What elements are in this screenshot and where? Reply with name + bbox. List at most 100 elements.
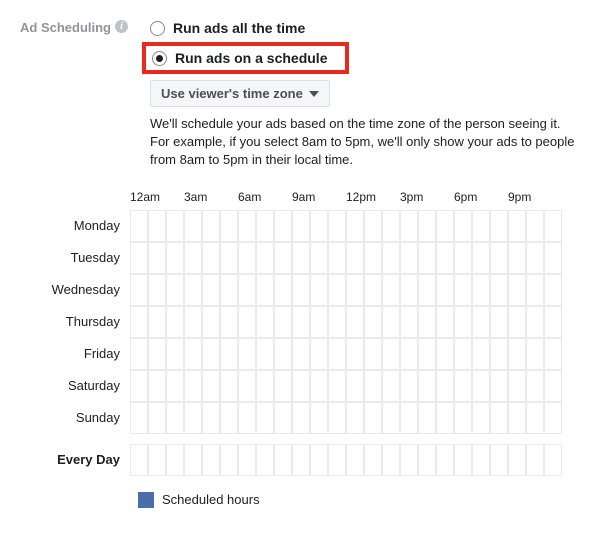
schedule-cell[interactable] xyxy=(400,274,418,306)
schedule-cell[interactable] xyxy=(400,444,418,476)
schedule-cell[interactable] xyxy=(508,338,526,370)
schedule-cell[interactable] xyxy=(508,210,526,242)
schedule-cell[interactable] xyxy=(256,444,274,476)
schedule-cell[interactable] xyxy=(472,274,490,306)
schedule-cell[interactable] xyxy=(454,306,472,338)
schedule-cell[interactable] xyxy=(292,402,310,434)
schedule-cell[interactable] xyxy=(220,370,238,402)
schedule-cell[interactable] xyxy=(148,444,166,476)
schedule-cell[interactable] xyxy=(184,370,202,402)
schedule-cell[interactable] xyxy=(238,370,256,402)
timezone-select[interactable]: Use viewer's time zone xyxy=(150,80,330,107)
schedule-cell[interactable] xyxy=(238,402,256,434)
schedule-cell[interactable] xyxy=(418,274,436,306)
schedule-cell[interactable] xyxy=(310,274,328,306)
schedule-cell[interactable] xyxy=(328,402,346,434)
schedule-cell[interactable] xyxy=(238,210,256,242)
schedule-cell[interactable] xyxy=(238,242,256,274)
schedule-cell[interactable] xyxy=(490,402,508,434)
schedule-cell[interactable] xyxy=(346,210,364,242)
schedule-cell[interactable] xyxy=(166,444,184,476)
schedule-cell[interactable] xyxy=(526,444,544,476)
schedule-cell[interactable] xyxy=(184,402,202,434)
schedule-cell[interactable] xyxy=(364,210,382,242)
schedule-cell[interactable] xyxy=(346,402,364,434)
schedule-cell[interactable] xyxy=(202,444,220,476)
schedule-cell[interactable] xyxy=(436,338,454,370)
schedule-cell[interactable] xyxy=(364,444,382,476)
schedule-cell[interactable] xyxy=(310,242,328,274)
schedule-cell[interactable] xyxy=(148,402,166,434)
schedule-cell[interactable] xyxy=(472,370,490,402)
schedule-cell[interactable] xyxy=(364,242,382,274)
schedule-cell[interactable] xyxy=(526,402,544,434)
schedule-cell[interactable] xyxy=(256,370,274,402)
schedule-cell[interactable] xyxy=(400,402,418,434)
schedule-cell[interactable] xyxy=(292,306,310,338)
schedule-cell[interactable] xyxy=(472,338,490,370)
schedule-cell[interactable] xyxy=(166,370,184,402)
schedule-cell[interactable] xyxy=(274,306,292,338)
schedule-cell[interactable] xyxy=(346,242,364,274)
schedule-cell[interactable] xyxy=(418,402,436,434)
schedule-cell[interactable] xyxy=(220,444,238,476)
schedule-cell[interactable] xyxy=(274,444,292,476)
schedule-cell[interactable] xyxy=(220,274,238,306)
schedule-cell[interactable] xyxy=(220,306,238,338)
schedule-cell[interactable] xyxy=(148,306,166,338)
info-icon[interactable]: i xyxy=(115,20,128,33)
schedule-cell[interactable] xyxy=(346,274,364,306)
schedule-cell[interactable] xyxy=(166,402,184,434)
schedule-cell[interactable] xyxy=(490,338,508,370)
schedule-cell[interactable] xyxy=(220,242,238,274)
schedule-cell[interactable] xyxy=(490,444,508,476)
schedule-cell[interactable] xyxy=(490,274,508,306)
schedule-cell[interactable] xyxy=(274,242,292,274)
schedule-cell[interactable] xyxy=(202,370,220,402)
schedule-cell[interactable] xyxy=(310,306,328,338)
schedule-cell[interactable] xyxy=(238,444,256,476)
schedule-cell[interactable] xyxy=(454,242,472,274)
schedule-cell[interactable] xyxy=(202,306,220,338)
schedule-cell[interactable] xyxy=(202,274,220,306)
schedule-cell[interactable] xyxy=(436,370,454,402)
schedule-cell[interactable] xyxy=(382,210,400,242)
schedule-cell[interactable] xyxy=(364,370,382,402)
schedule-cell[interactable] xyxy=(364,402,382,434)
schedule-cell[interactable] xyxy=(454,370,472,402)
schedule-cell[interactable] xyxy=(184,338,202,370)
schedule-cell[interactable] xyxy=(490,210,508,242)
schedule-cell[interactable] xyxy=(526,338,544,370)
schedule-cell[interactable] xyxy=(454,338,472,370)
schedule-cell[interactable] xyxy=(130,242,148,274)
schedule-cell[interactable] xyxy=(328,210,346,242)
schedule-cell[interactable] xyxy=(310,402,328,434)
schedule-cell[interactable] xyxy=(130,338,148,370)
schedule-cell[interactable] xyxy=(292,274,310,306)
schedule-cell[interactable] xyxy=(328,370,346,402)
schedule-cell[interactable] xyxy=(148,370,166,402)
schedule-cell[interactable] xyxy=(328,444,346,476)
schedule-cell[interactable] xyxy=(202,338,220,370)
schedule-cell[interactable] xyxy=(436,242,454,274)
schedule-cell[interactable] xyxy=(256,210,274,242)
schedule-cell[interactable] xyxy=(508,370,526,402)
schedule-cell[interactable] xyxy=(166,274,184,306)
schedule-cell[interactable] xyxy=(202,242,220,274)
schedule-cell[interactable] xyxy=(310,444,328,476)
schedule-cell[interactable] xyxy=(220,210,238,242)
schedule-cell[interactable] xyxy=(220,402,238,434)
schedule-cell[interactable] xyxy=(346,306,364,338)
schedule-cell[interactable] xyxy=(328,306,346,338)
schedule-cell[interactable] xyxy=(166,306,184,338)
schedule-cell[interactable] xyxy=(256,402,274,434)
schedule-cell[interactable] xyxy=(256,274,274,306)
schedule-cell[interactable] xyxy=(436,210,454,242)
schedule-cell[interactable] xyxy=(202,402,220,434)
schedule-cell[interactable] xyxy=(130,210,148,242)
schedule-cell[interactable] xyxy=(382,338,400,370)
schedule-cell[interactable] xyxy=(148,242,166,274)
schedule-cell[interactable] xyxy=(400,210,418,242)
schedule-cell[interactable] xyxy=(544,444,562,476)
schedule-cell[interactable] xyxy=(400,338,418,370)
